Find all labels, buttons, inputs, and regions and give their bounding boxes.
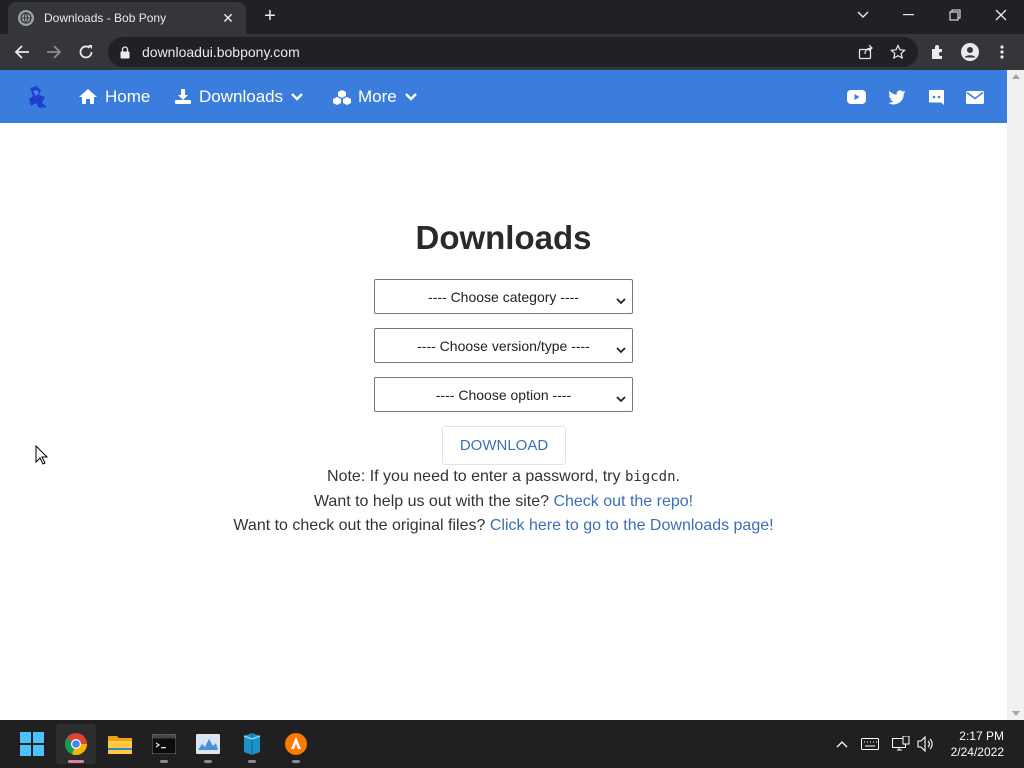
cubes-icon xyxy=(333,89,351,105)
close-window-icon[interactable] xyxy=(978,0,1024,30)
clock-time: 2:17 PM xyxy=(959,729,1004,743)
version-type-select[interactable]: ---- Choose version/type ---- xyxy=(374,328,633,363)
downloads-page-note-text: Want to check out the original files? xyxy=(233,517,490,534)
avast-icon[interactable] xyxy=(276,724,316,764)
terminal-icon[interactable] xyxy=(144,724,184,764)
download-button[interactable]: DOWNLOAD xyxy=(442,426,566,465)
lock-icon[interactable] xyxy=(120,45,132,59)
mail-icon[interactable] xyxy=(965,87,985,107)
chrome-menu-icon[interactable] xyxy=(990,40,1014,64)
downloads-page-note: Want to check out the original files? Cl… xyxy=(0,517,1007,535)
reload-icon[interactable] xyxy=(74,40,98,64)
windows-taskbar: 2:17 PM 2/24/2022 xyxy=(0,720,1024,768)
share-icon[interactable] xyxy=(854,40,878,64)
chevron-down-icon xyxy=(616,341,626,359)
package-icon[interactable] xyxy=(232,724,272,764)
twitter-icon[interactable] xyxy=(887,87,907,107)
downloads-page-link[interactable]: Click here to go to the Downloads page! xyxy=(490,517,774,534)
chevron-down-icon xyxy=(404,92,417,101)
address-bar[interactable]: downloadui.bobpony.com xyxy=(108,37,918,67)
category-select-value: ---- Choose category ---- xyxy=(428,288,579,305)
tab-close-icon[interactable]: ✕ xyxy=(220,10,236,27)
chevron-down-icon xyxy=(616,390,626,408)
repo-note-text: Want to help us out with the site? xyxy=(313,493,554,510)
nav-home[interactable]: Home xyxy=(78,70,150,123)
chevron-down-icon xyxy=(616,292,626,310)
site-logo[interactable] xyxy=(24,84,50,110)
page-viewport: Home Downloads More Downloads ---- Choos… xyxy=(0,70,1024,720)
option-select[interactable]: ---- Choose option ---- xyxy=(374,377,633,412)
download-icon xyxy=(174,88,192,105)
running-indicator xyxy=(292,760,300,763)
nav-more[interactable]: More xyxy=(333,70,417,123)
discord-icon[interactable] xyxy=(926,87,946,107)
version-type-select-value: ---- Choose version/type ---- xyxy=(417,337,590,354)
category-select[interactable]: ---- Choose category ---- xyxy=(374,279,633,314)
chevron-down-icon xyxy=(291,92,303,101)
active-indicator xyxy=(68,760,84,763)
repo-link[interactable]: Check out the repo! xyxy=(553,493,693,510)
system-clock[interactable]: 2:17 PM 2/24/2022 xyxy=(951,728,1004,760)
nav-home-label: Home xyxy=(105,86,151,106)
password-note-text: Note: If you need to enter a password, t… xyxy=(327,468,625,485)
nav-downloads-label: Downloads xyxy=(199,86,284,106)
bookmark-star-icon[interactable] xyxy=(886,40,910,64)
nav-more-label: More xyxy=(358,86,397,106)
forward-icon[interactable] xyxy=(42,40,66,64)
new-tab-icon[interactable]: + xyxy=(260,6,280,26)
volume-icon[interactable] xyxy=(916,734,936,754)
scroll-up-icon[interactable] xyxy=(1012,74,1020,79)
profile-icon[interactable] xyxy=(958,40,982,64)
minimize-icon[interactable] xyxy=(886,0,932,30)
youtube-icon[interactable] xyxy=(846,87,866,107)
running-indicator xyxy=(204,760,212,763)
option-select-value: ---- Choose option ---- xyxy=(435,386,572,403)
browser-tab[interactable]: Downloads - Bob Pony ✕ xyxy=(8,2,246,34)
chevron-up-icon[interactable] xyxy=(832,734,852,754)
browser-titlebar: Downloads - Bob Pony ✕ + xyxy=(0,0,1024,34)
extensions-icon[interactable] xyxy=(926,40,950,64)
start-icon[interactable] xyxy=(12,724,52,764)
running-indicator xyxy=(160,760,168,763)
tab-search-icon[interactable] xyxy=(840,0,886,30)
site-navbar: Home Downloads More xyxy=(0,70,1007,123)
scroll-down-icon[interactable] xyxy=(1012,711,1020,716)
resource-monitor-icon[interactable] xyxy=(188,724,228,764)
network-icon[interactable] xyxy=(891,734,911,754)
password-note-suffix: . xyxy=(675,468,680,485)
tab-title: Downloads - Bob Pony xyxy=(44,11,167,25)
running-indicator xyxy=(248,760,256,763)
nav-downloads[interactable]: Downloads xyxy=(174,70,303,123)
password-note: Note: If you need to enter a password, t… xyxy=(0,468,1007,486)
clock-date: 2/24/2022 xyxy=(950,745,1004,759)
browser-toolbar: downloadui.bobpony.com xyxy=(0,34,1024,70)
password-value: bigcdn xyxy=(624,469,676,485)
file-explorer-icon[interactable] xyxy=(100,724,140,764)
globe-icon xyxy=(18,10,34,26)
back-icon[interactable] xyxy=(10,40,34,64)
repo-note: Want to help us out with the site? Check… xyxy=(0,493,1007,511)
chrome-icon[interactable] xyxy=(56,724,96,764)
mouse-cursor-icon xyxy=(35,444,49,470)
page-title: Downloads xyxy=(415,219,592,256)
url-text: downloadui.bobpony.com xyxy=(142,44,300,60)
page-scrollbar[interactable] xyxy=(1007,70,1024,720)
restore-icon[interactable] xyxy=(932,0,978,30)
home-icon xyxy=(78,88,98,105)
keyboard-icon[interactable] xyxy=(860,734,880,754)
